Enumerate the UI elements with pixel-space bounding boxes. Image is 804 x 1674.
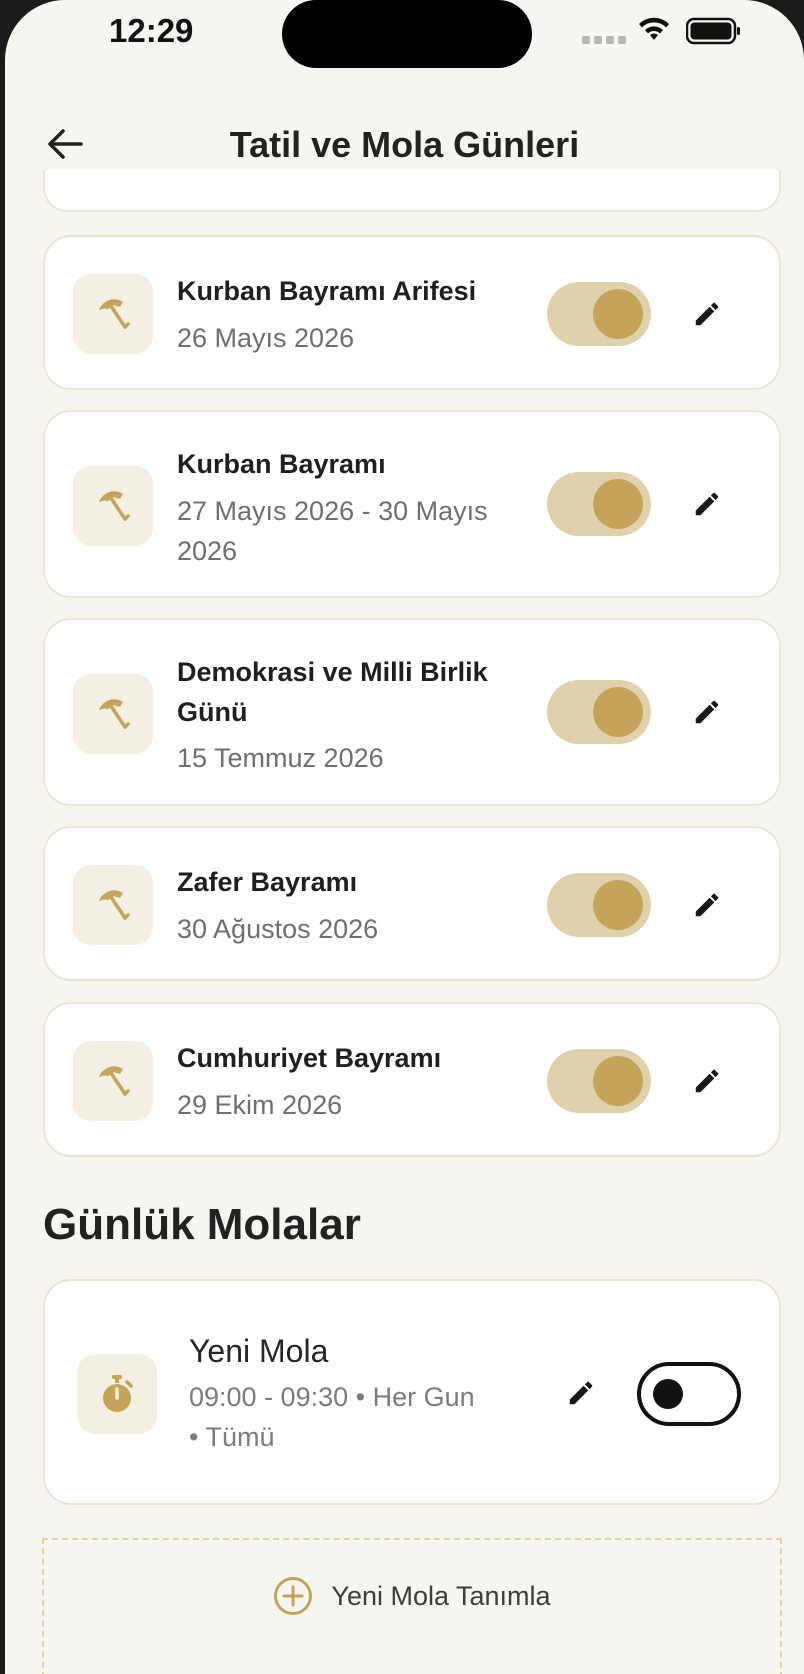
holiday-date: 26 Mayıs 2026 [177,323,355,353]
previous-card-edge [43,170,781,212]
holiday-title: Cumhuriyet Bayramı [177,1043,442,1073]
holiday-icon-box [73,1041,153,1121]
holiday-title: Demokrasi ve Milli Birlik Günü [177,657,488,727]
edit-button[interactable] [687,484,727,524]
break-icon-box [77,1354,157,1434]
holiday-date: 15 Temmuz 2026 [177,743,384,773]
toggle-knob [593,479,643,529]
holiday-toggle[interactable] [547,1049,651,1113]
holiday-date: 29 Ekim 2026 [177,1090,343,1120]
toggle-knob [593,687,643,737]
app-screen: 12:29 Tatil ve Mola Günleri Kurban Bayra… [5,0,804,1674]
holiday-card: Kurban Bayramı 27 Mayıs 2026 - 30 Mayıs … [43,410,781,598]
add-break-label: Yeni Mola Tanımla [331,1581,551,1611]
toggle-knob [593,289,643,339]
battery-icon [685,17,742,49]
toggle-knob [653,1379,683,1409]
edit-button[interactable] [687,294,727,334]
umbrella-icon [99,699,130,729]
status-time: 12:29 [109,12,194,49]
umbrella-icon [99,1066,130,1096]
pencil-icon [569,1381,593,1405]
dynamic-island [282,0,532,68]
toggle-knob [593,880,643,930]
holiday-card: Demokrasi ve Milli Birlik Günü 15 Temmuz… [43,618,781,806]
edit-button[interactable] [687,885,727,925]
break-card: Yeni Mola 09:00 - 09:30 • Her Gun • Tümü [43,1279,781,1505]
holiday-toggle[interactable] [547,282,651,346]
holiday-toggle[interactable] [547,873,651,937]
edit-button[interactable] [687,692,727,732]
section-title-daily-breaks: Günlük Molalar [43,1200,361,1249]
stopwatch-icon [103,1375,133,1412]
pencil-icon [695,700,719,724]
holiday-card: Kurban Bayramı Arifesi 26 Mayıs 2026 [43,235,781,390]
holiday-card: Cumhuriyet Bayramı 29 Ekim 2026 [43,1002,781,1157]
break-title: Yeni Mola [189,1333,329,1369]
holiday-icon-box [73,274,153,354]
pencil-icon [695,492,719,516]
holiday-title: Zafer Bayramı [177,867,358,897]
toggle-knob [593,1056,643,1106]
umbrella-icon [99,299,130,329]
holiday-toggle[interactable] [547,680,651,744]
pencil-icon [695,1069,719,1093]
edit-button[interactable] [687,1061,727,1101]
break-toggle[interactable] [637,1362,741,1426]
page-title: Tatil ve Mola Günleri [229,124,580,165]
holiday-toggle[interactable] [547,472,651,536]
pencil-icon [695,302,719,326]
wifi-icon [637,16,671,46]
holiday-title: Kurban Bayramı [177,449,386,479]
holiday-icon-box [73,466,153,546]
edit-button[interactable] [561,1373,601,1413]
pencil-icon [695,893,719,917]
holiday-icon-box [73,674,153,754]
holiday-date: 27 Mayıs 2026 - 30 Mayıs 2026 [177,496,488,566]
holiday-title: Kurban Bayramı Arifesi [177,276,477,306]
umbrella-icon [99,491,130,521]
add-break-button[interactable]: Yeni Mola Tanımla [42,1538,782,1674]
cellular-signal-icon [582,36,626,44]
holiday-icon-box [73,865,153,945]
break-details: 09:00 - 09:30 • Her Gun • Tümü [189,1382,475,1452]
plus-circle-icon [274,1577,313,1615]
holiday-date: 30 Ağustos 2026 [177,914,379,944]
umbrella-icon [99,890,130,920]
holiday-card: Zafer Bayramı 30 Ağustos 2026 [43,826,781,981]
